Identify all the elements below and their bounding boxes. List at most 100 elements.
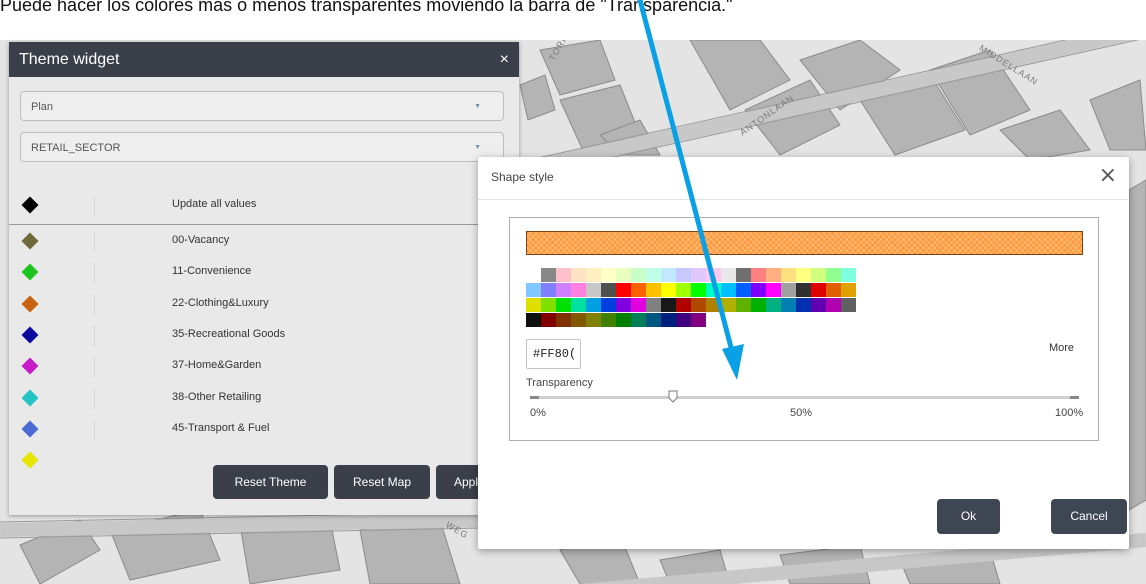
palette-swatch[interactable]: [571, 313, 586, 327]
palette-swatch[interactable]: [826, 268, 841, 282]
palette-swatch[interactable]: [571, 298, 586, 312]
palette-swatch[interactable]: [691, 268, 706, 282]
palette-swatch[interactable]: [811, 298, 826, 312]
palette-swatch[interactable]: [661, 298, 676, 312]
palette-swatch[interactable]: [586, 268, 601, 282]
palette-swatch[interactable]: [781, 298, 796, 312]
palette-swatch[interactable]: [781, 283, 796, 297]
update-all-row[interactable]: Update all values: [9, 192, 519, 222]
palette-swatch[interactable]: [616, 268, 631, 282]
category-swatch-icon[interactable]: [21, 357, 39, 375]
palette-swatch[interactable]: [706, 298, 721, 312]
category-list[interactable]: 00-Vacancy 11-Convenience 22-Clothing&Luxu…: [9, 228, 519, 486]
palette-swatch[interactable]: [721, 283, 736, 297]
palette-swatch[interactable]: [661, 268, 676, 282]
category-swatch-icon[interactable]: [21, 326, 39, 344]
layer-select[interactable]: Plan ▼: [20, 91, 504, 121]
palette-swatch[interactable]: [541, 283, 556, 297]
palette-swatch[interactable]: [796, 298, 811, 312]
palette-swatch[interactable]: [601, 268, 616, 282]
palette-swatch[interactable]: [556, 283, 571, 297]
palette-swatch[interactable]: [796, 283, 811, 297]
category-row[interactable]: 35-Recreational Goods: [9, 322, 519, 352]
palette-swatch[interactable]: [541, 268, 556, 282]
palette-swatch[interactable]: [661, 313, 676, 327]
palette-swatch[interactable]: [691, 298, 706, 312]
palette-swatch[interactable]: [661, 283, 676, 297]
category-swatch-icon[interactable]: [21, 451, 39, 469]
category-row[interactable]: 45-Transport & Fuel: [9, 416, 519, 446]
palette-swatch[interactable]: [646, 313, 661, 327]
update-all-swatch-icon[interactable]: [21, 196, 39, 214]
category-row[interactable]: 11-Convenience: [9, 259, 519, 289]
palette-swatch[interactable]: [721, 268, 736, 282]
palette-swatch[interactable]: [556, 268, 571, 282]
palette-swatch[interactable]: [751, 268, 766, 282]
palette-swatch[interactable]: [526, 283, 541, 297]
category-row[interactable]: 37-Home&Garden: [9, 353, 519, 383]
palette-swatch[interactable]: [631, 283, 646, 297]
palette-swatch[interactable]: [841, 298, 856, 312]
more-colors-link[interactable]: More: [1049, 342, 1074, 354]
palette-swatch[interactable]: [571, 268, 586, 282]
palette-swatch[interactable]: [676, 283, 691, 297]
category-swatch-icon[interactable]: [21, 263, 39, 281]
palette-swatch[interactable]: [571, 283, 586, 297]
palette-swatch[interactable]: [526, 298, 541, 312]
palette-swatch[interactable]: [556, 298, 571, 312]
palette-swatch[interactable]: [526, 313, 541, 327]
category-swatch-icon[interactable]: [21, 420, 39, 438]
palette-swatch[interactable]: [586, 313, 601, 327]
palette-swatch[interactable]: [646, 268, 661, 282]
transparency-slider-handle[interactable]: [668, 390, 678, 403]
category-swatch-icon[interactable]: [21, 295, 39, 313]
palette-swatch[interactable]: [841, 268, 856, 282]
transparency-slider-track[interactable]: [530, 396, 1079, 399]
category-swatch-icon[interactable]: [21, 232, 39, 250]
ok-button[interactable]: Ok: [937, 499, 1000, 534]
palette-swatch[interactable]: [616, 313, 631, 327]
palette-swatch[interactable]: [736, 283, 751, 297]
palette-swatch[interactable]: [631, 313, 646, 327]
palette-swatch[interactable]: [841, 283, 856, 297]
palette-swatch[interactable]: [826, 283, 841, 297]
hex-color-input[interactable]: #FF80(: [526, 339, 581, 369]
palette-swatch[interactable]: [541, 298, 556, 312]
cancel-button[interactable]: Cancel: [1051, 499, 1127, 534]
category-swatch-icon[interactable]: [21, 389, 39, 406]
field-select[interactable]: RETAIL_SECTOR ▼: [20, 132, 504, 162]
reset-theme-button[interactable]: Reset Theme: [213, 465, 328, 499]
palette-swatch[interactable]: [736, 298, 751, 312]
palette-swatch[interactable]: [811, 268, 826, 282]
palette-swatch[interactable]: [631, 298, 646, 312]
palette-swatch[interactable]: [721, 298, 736, 312]
palette-swatch[interactable]: [616, 298, 631, 312]
palette-swatch[interactable]: [616, 283, 631, 297]
palette-swatch[interactable]: [676, 268, 691, 282]
close-icon[interactable]: ×: [500, 42, 509, 77]
palette-swatch[interactable]: [751, 298, 766, 312]
palette-swatch[interactable]: [601, 283, 616, 297]
palette-swatch[interactable]: [556, 313, 571, 327]
palette-swatch[interactable]: [751, 283, 766, 297]
palette-swatch[interactable]: [706, 268, 721, 282]
palette-swatch[interactable]: [526, 268, 541, 282]
palette-swatch[interactable]: [781, 268, 796, 282]
palette-swatch[interactable]: [646, 298, 661, 312]
palette-swatch[interactable]: [736, 268, 751, 282]
palette-swatch[interactable]: [826, 298, 841, 312]
palette-swatch[interactable]: [766, 298, 781, 312]
palette-swatch[interactable]: [811, 283, 826, 297]
palette-swatch[interactable]: [766, 283, 781, 297]
category-row[interactable]: 00-Vacancy: [9, 228, 519, 258]
palette-swatch[interactable]: [691, 283, 706, 297]
palette-swatch[interactable]: [601, 313, 616, 327]
palette-swatch[interactable]: [676, 313, 691, 327]
palette-swatch[interactable]: [646, 283, 661, 297]
palette-swatch[interactable]: [586, 283, 601, 297]
close-icon[interactable]: ×: [1099, 163, 1117, 188]
palette-swatch[interactable]: [676, 298, 691, 312]
palette-swatch[interactable]: [796, 268, 811, 282]
palette-swatch[interactable]: [541, 313, 556, 327]
palette-swatch[interactable]: [706, 283, 721, 297]
